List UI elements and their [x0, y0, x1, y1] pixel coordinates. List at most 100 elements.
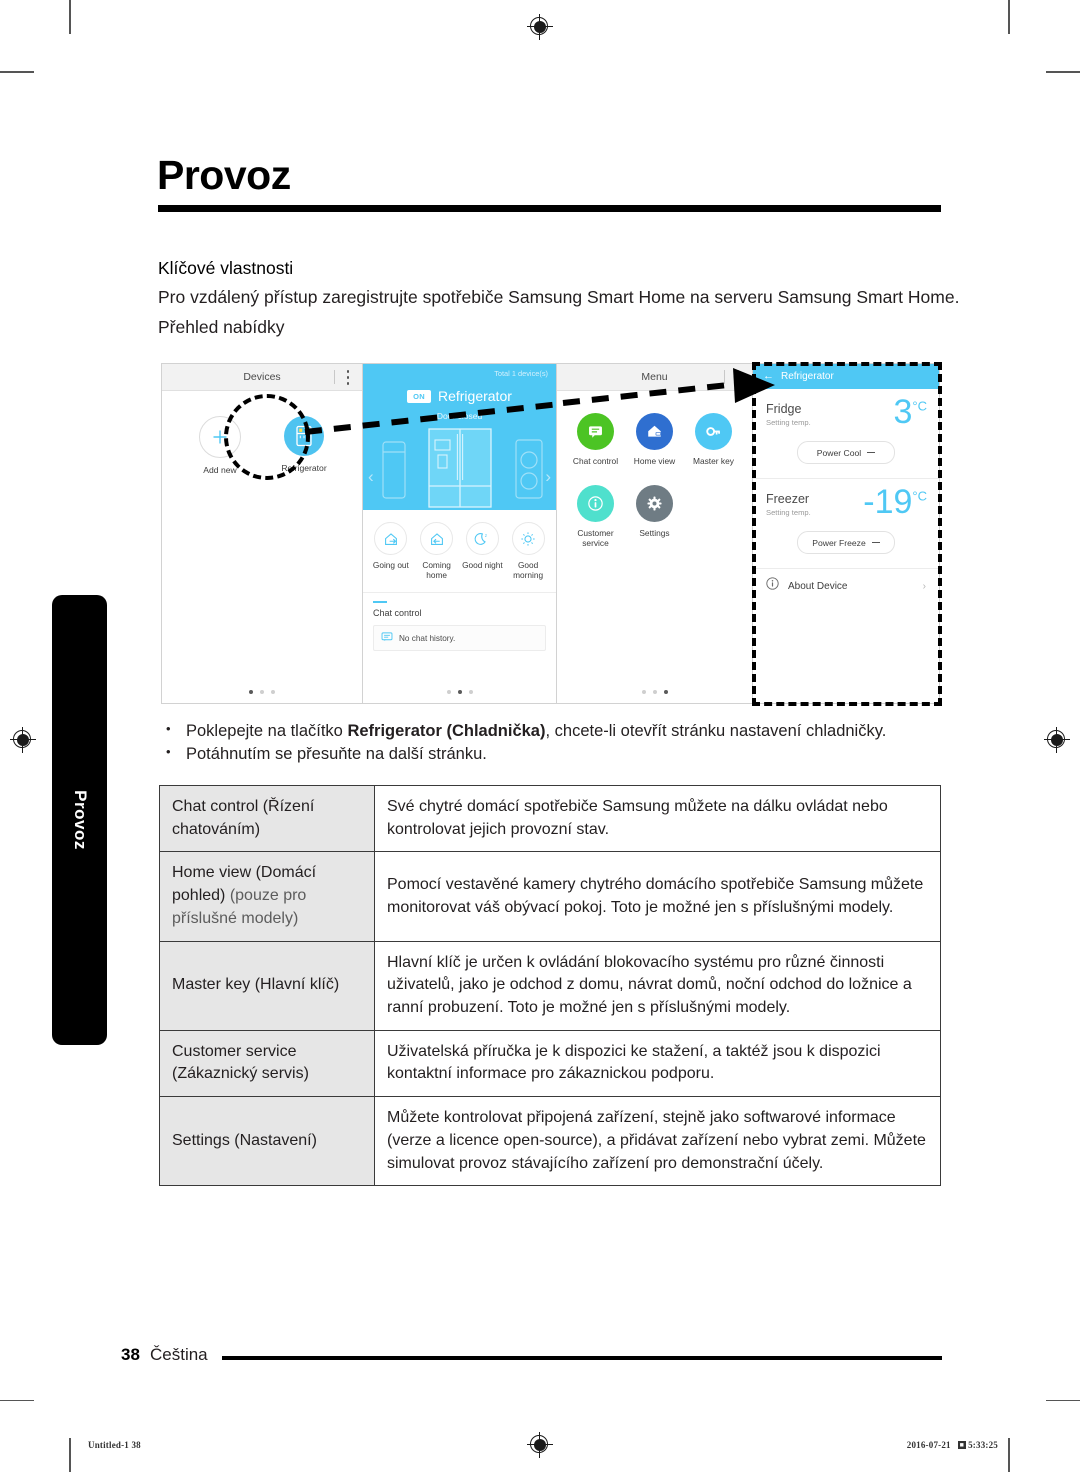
neighbor-device-left-art: [377, 438, 411, 505]
section-accent-bar: [373, 600, 387, 604]
quick-action-going-out-label: Going out: [372, 560, 409, 570]
menu-item-master-key[interactable]: Master key: [684, 413, 743, 467]
home-camera-icon: [635, 413, 673, 450]
devices-header-title: Devices: [243, 371, 281, 383]
menu-item-master-key-label: Master key: [692, 456, 734, 466]
screen-device-detail: Total 1 device(s) ON Refrigerator Door c…: [363, 363, 557, 704]
pager-dot[interactable]: [249, 690, 253, 694]
callout-circle-refrigerator: [224, 394, 310, 480]
intro-paragraph: Pro vzdálený přístup zaregistrujte spotř…: [158, 287, 960, 307]
devices-pager: [162, 690, 362, 694]
device-name: Refrigerator: [437, 388, 512, 404]
table-row: Settings (Nastavení) Můžete kontrolovat …: [159, 1096, 941, 1187]
info-icon: [576, 484, 614, 522]
bullet-item-2: Potáhnutím se přesuňte na další stránku.: [158, 744, 948, 764]
chat-bubble-icon: [381, 631, 393, 645]
chat-empty-card[interactable]: No chat history.: [373, 625, 546, 652]
menu-item-chat-control[interactable]: Chat control: [566, 413, 625, 467]
section-heading: Klíčové vlastnosti: [158, 258, 294, 278]
quick-action-good-night[interactable]: z Good night: [460, 522, 504, 581]
page-language: Čeština: [150, 1345, 208, 1364]
device-detail-pager: [363, 690, 556, 694]
bullet-1-bold: Refrigerator (Chladnička): [347, 722, 546, 740]
device-status: Door closed: [436, 411, 483, 421]
table-row-description: Uživatelská příručka je k dispozici ke s…: [374, 1029, 941, 1098]
menu-item-customer-service-label: Customer service: [577, 527, 614, 549]
pager-dot[interactable]: [652, 690, 657, 694]
chat-bubble-icon: [576, 413, 614, 450]
table-key-main: Settings (Nastavení): [172, 1131, 317, 1149]
pager-dot[interactable]: [468, 690, 473, 694]
power-state-badge[interactable]: ON: [407, 389, 431, 403]
quick-action-good-night-label: Good night: [462, 560, 503, 570]
chevron-right-icon[interactable]: ›: [545, 468, 551, 485]
table-key-main: Customer service (Zákaznický servis): [172, 1042, 309, 1083]
pager-dot[interactable]: [663, 690, 668, 694]
pager-dot[interactable]: [457, 690, 462, 694]
key-icon: [694, 413, 732, 450]
footer-rule: [222, 1356, 942, 1360]
pager-dot[interactable]: [271, 690, 275, 694]
table-row-key: Settings (Nastavení): [159, 1096, 375, 1187]
menu-pager: [557, 690, 752, 694]
chapter-side-tab-label: Provoz: [70, 790, 90, 850]
house-arrow-in-icon: [420, 522, 454, 555]
quick-action-coming-home-label: Coming home: [422, 560, 451, 581]
table-row-key: Customer service (Zákaznický servis): [159, 1029, 375, 1098]
kebab-menu-icon[interactable]: [346, 370, 350, 385]
total-devices-label: Total 1 device(s): [494, 369, 548, 378]
print-time: 5:33:25: [968, 1440, 998, 1450]
table-row: Master key (Hlavní klíč) Hlavní klíč je …: [159, 940, 941, 1031]
print-date: 2016-07-21: [906, 1440, 951, 1450]
menu-item-settings-label: Settings: [639, 527, 670, 538]
device-title-row: ON Refrigerator: [363, 388, 556, 404]
print-job-label: Untitled-1 38: [88, 1440, 141, 1450]
table-row: Chat control (Řízení chatováním) Své chy…: [159, 784, 941, 853]
table-key-main: Master key (Hlavní klíč): [172, 976, 340, 994]
page-number: 38: [121, 1345, 140, 1364]
table-row-key: Master key (Hlavní klíč): [159, 940, 375, 1031]
menu-grid: Chat control Home view Master key Custom…: [557, 391, 752, 567]
manual-page: Provoz Klíčové vlastnosti Pro vzdálený p…: [0, 0, 1080, 1472]
header-separator: [334, 370, 335, 384]
device-hero: Total 1 device(s) ON Refrigerator Door c…: [363, 364, 556, 510]
menu-item-customer-service[interactable]: Customer service: [566, 484, 625, 549]
chat-empty-message: No chat history.: [399, 633, 456, 643]
pager-dot[interactable]: [260, 690, 264, 694]
gear-icon: [635, 484, 673, 522]
bullet-list: Poklepejte na tlačítko Refrigerator (Chl…: [158, 721, 948, 768]
svg-text:z: z: [485, 533, 488, 538]
table-key-main: Chat control (Řízení chatováním): [172, 798, 315, 838]
moon-icon: z: [465, 522, 499, 555]
pager-dot[interactable]: [641, 690, 646, 694]
quick-action-coming-home[interactable]: Coming home: [415, 522, 459, 581]
menu-item-home-view-label: Home view: [633, 456, 676, 466]
sun-icon: [511, 522, 545, 555]
chapter-side-tab: Provoz: [52, 595, 107, 1045]
quick-action-going-out[interactable]: Going out: [369, 522, 413, 581]
menu-header: Menu: [557, 364, 752, 391]
quick-action-good-morning[interactable]: Good morning: [506, 522, 550, 581]
quick-action-good-morning-label: Good morning: [513, 560, 544, 581]
chat-control-section: Chat control No chat history.: [363, 591, 556, 652]
header-separator: [724, 370, 725, 384]
house-arrow-out-icon: [374, 522, 408, 555]
page-title: Provoz: [157, 152, 291, 198]
kebab-menu-icon[interactable]: [736, 370, 740, 385]
menu-item-home-view[interactable]: Home view: [625, 413, 684, 467]
menu-header-title: Menu: [641, 371, 668, 383]
menu-item-settings[interactable]: Settings: [625, 484, 684, 549]
table-row-description: Své chytré domácí spotřebiče Samsung můž…: [374, 784, 941, 853]
subheading: Přehled nabídky: [158, 317, 285, 337]
print-marker-icon: ■: [957, 1441, 967, 1449]
table-row-description: Můžete kontrolovat připojená zařízení, s…: [374, 1096, 941, 1187]
bullet-1-suffix: , chcete-li otevřít stránku nastavení ch…: [545, 722, 887, 740]
table-row-description: Hlavní klíč je určen k ovládání blokovac…: [374, 940, 941, 1031]
refrigerator-illustration: [427, 428, 493, 510]
table-row: Home view (Domácí pohled) (pouze pro pří…: [159, 851, 941, 942]
table-row-key: Chat control (Řízení chatováním): [159, 784, 375, 853]
pager-dot[interactable]: [446, 690, 451, 694]
devices-header: Devices: [162, 364, 362, 391]
table-row: Customer service (Zákaznický servis) Uži…: [159, 1029, 941, 1098]
chevron-left-icon[interactable]: ‹: [368, 468, 374, 485]
